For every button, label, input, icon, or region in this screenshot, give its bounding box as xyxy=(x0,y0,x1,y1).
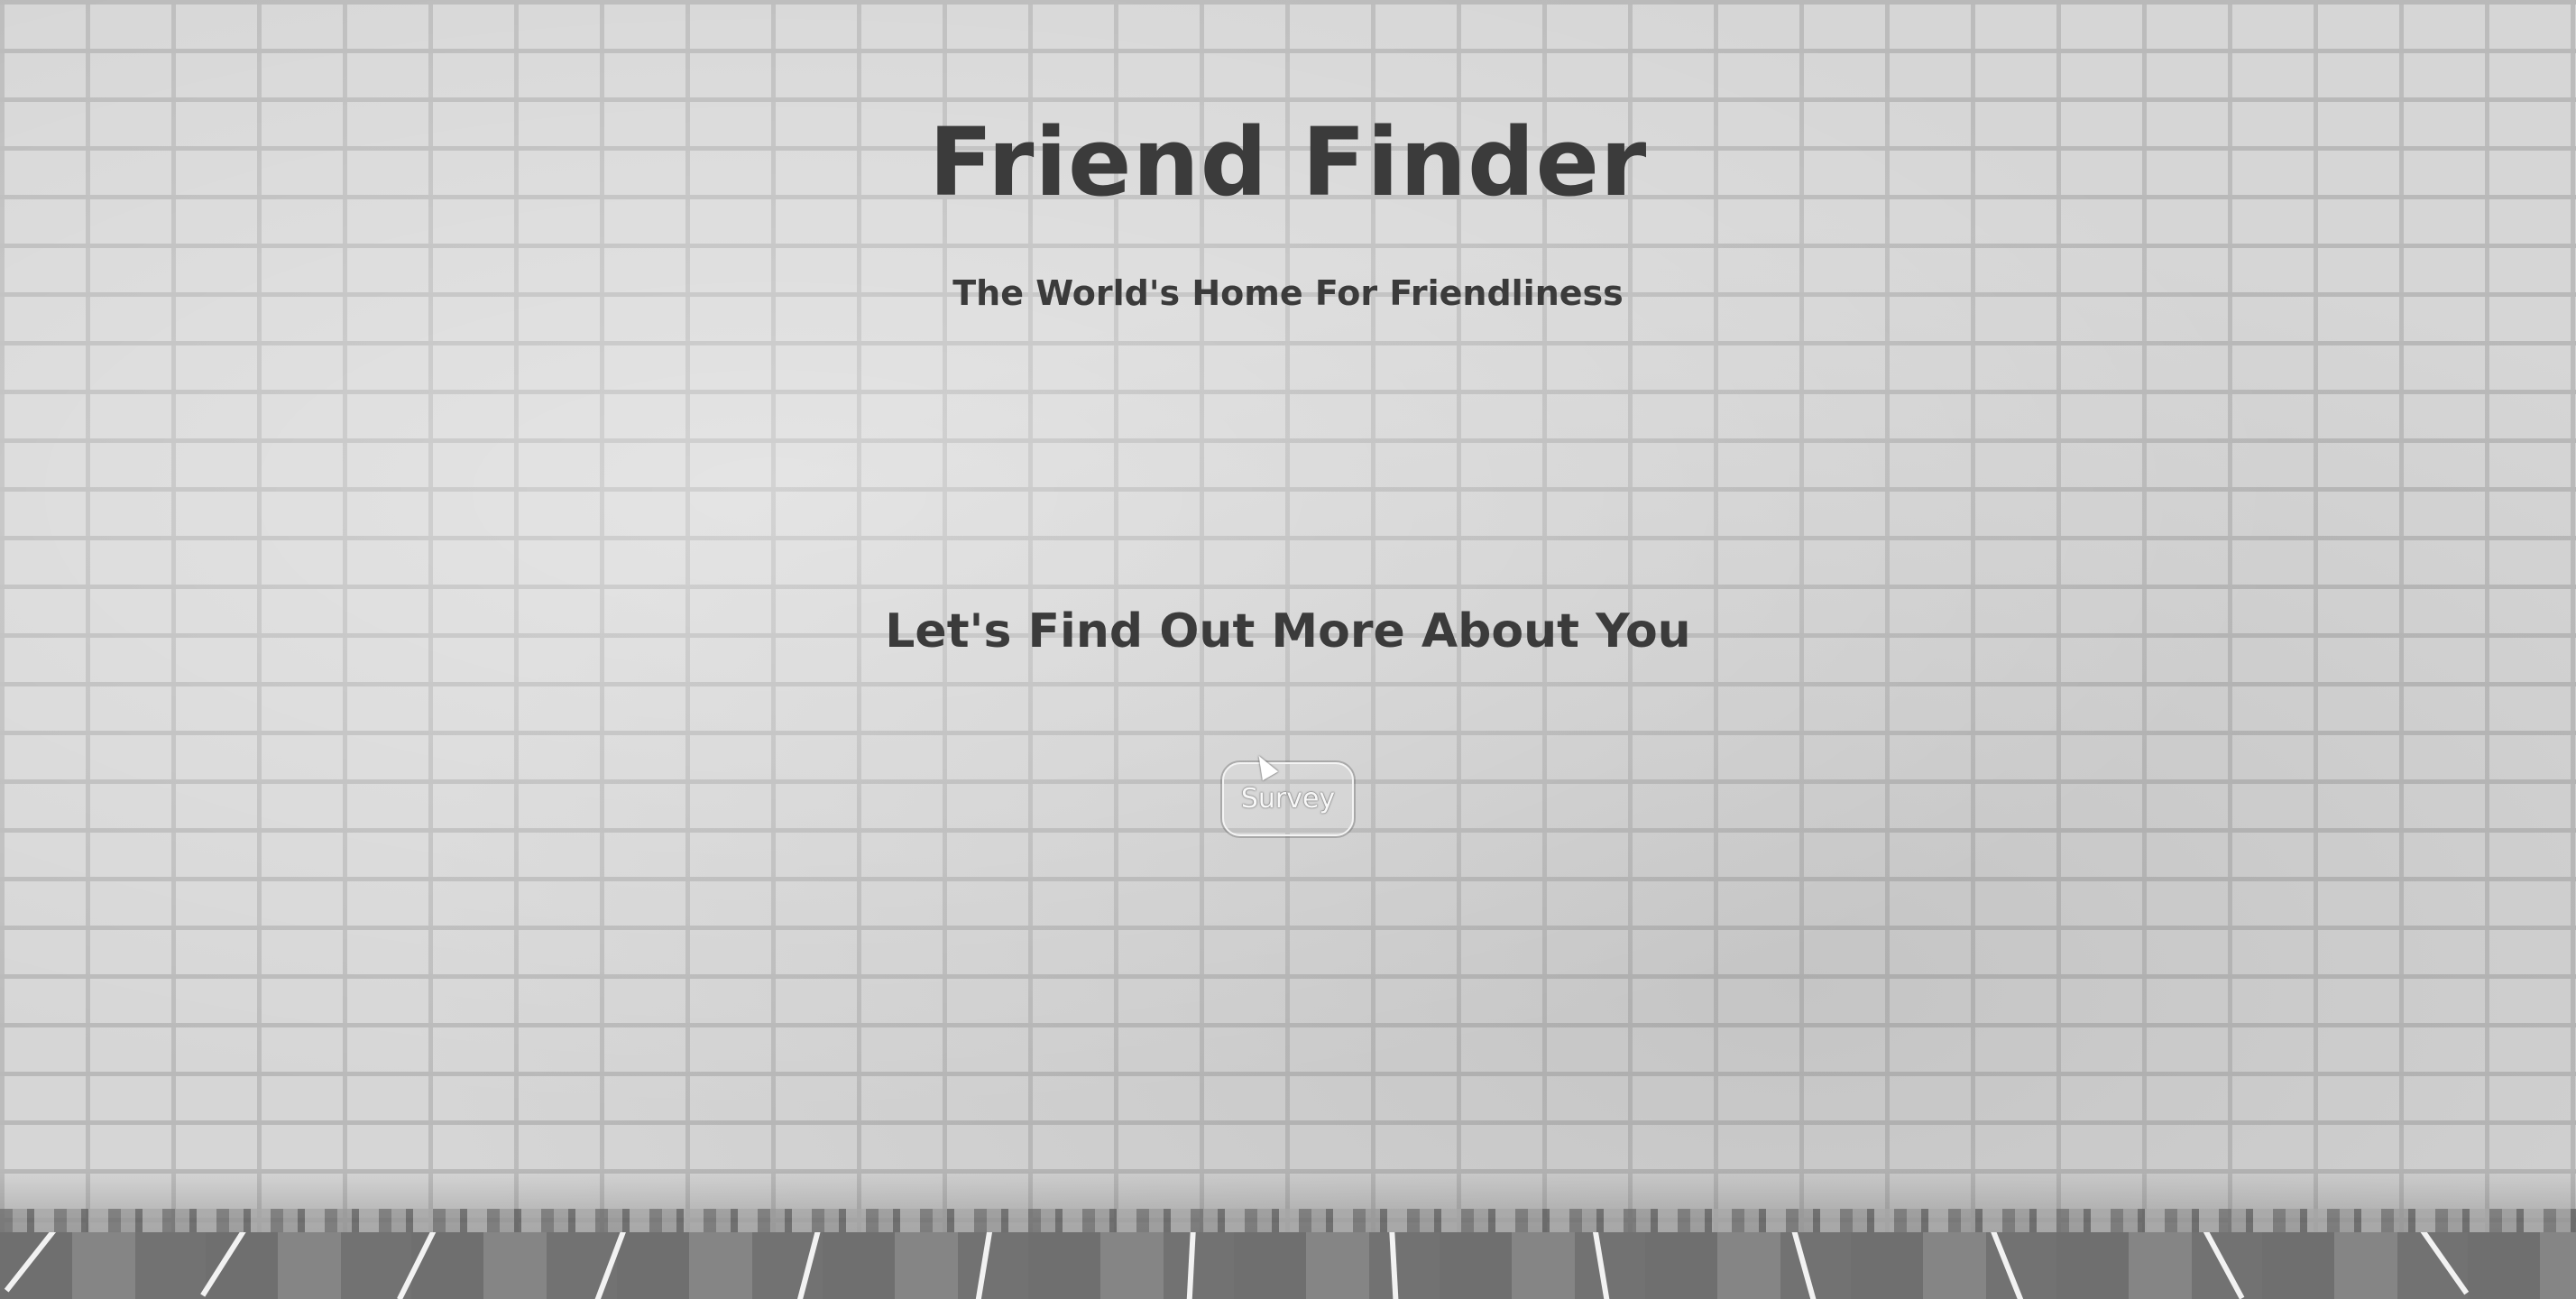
call-to-action: Let's Find Out More About You xyxy=(0,595,2576,668)
page-header: Friend Finder The World's Home For Frien… xyxy=(0,99,2576,316)
page-subtitle: The World's Home For Friendliness xyxy=(952,273,1624,313)
floor-board-seam xyxy=(974,1232,993,1299)
floor-board-seam xyxy=(1389,1232,1399,1299)
floor-board-seam xyxy=(200,1232,249,1297)
floor-board-seam xyxy=(2201,1232,2245,1299)
floor-board-seam xyxy=(1989,1232,2025,1299)
floor-board-seam xyxy=(593,1232,628,1299)
floor-board-seam xyxy=(4,1232,60,1293)
survey-button[interactable]: Survey xyxy=(1222,762,1354,836)
floor-board-seam xyxy=(1790,1232,1818,1299)
wood-floor xyxy=(0,1232,2576,1299)
survey-button-container: Survey xyxy=(0,762,2576,836)
floor-board-seam xyxy=(397,1232,438,1299)
floor-board-seam xyxy=(2417,1232,2470,1295)
floor-board-seam xyxy=(796,1232,822,1299)
floor-board-seam xyxy=(1592,1232,1611,1299)
floor-board-seam xyxy=(1186,1232,1196,1299)
page-title: Friend Finder xyxy=(928,107,1648,217)
cta-heading: Let's Find Out More About You xyxy=(885,604,1691,659)
